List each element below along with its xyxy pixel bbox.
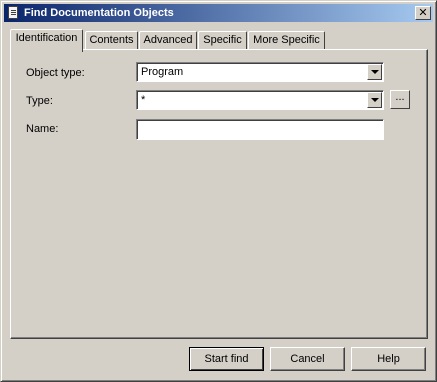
start-find-button[interactable]: Start find xyxy=(189,347,264,371)
object-type-value: Program xyxy=(141,66,184,78)
chevron-down-icon[interactable] xyxy=(367,64,382,80)
type-select[interactable]: * xyxy=(136,90,384,110)
object-type-label: Object type: xyxy=(26,67,85,79)
tab-identification[interactable]: Identification xyxy=(10,29,83,52)
object-type-select[interactable]: Program xyxy=(136,62,384,82)
tab-identification-label: Identification xyxy=(15,32,78,44)
tab-advanced[interactable]: Advanced xyxy=(139,31,197,50)
find-documentation-objects-dialog: Find Documentation Objects ✕ Identificat… xyxy=(0,0,437,382)
close-icon: ✕ xyxy=(418,6,428,19)
tab-contents-label: Contents xyxy=(89,34,134,46)
tab-advanced-label: Advanced xyxy=(143,34,193,46)
name-input[interactable] xyxy=(136,119,384,140)
cancel-button[interactable]: Cancel xyxy=(270,347,345,371)
identification-panel: Object type: Program Type: * ... Name: xyxy=(10,49,428,339)
tab-contents[interactable]: Contents xyxy=(85,31,138,50)
type-label: Type: xyxy=(26,95,53,107)
browse-label: ... xyxy=(395,91,405,103)
window-title: Find Documentation Objects xyxy=(24,7,174,19)
close-button[interactable]: ✕ xyxy=(415,6,431,20)
chevron-down-icon[interactable] xyxy=(367,92,382,108)
tab-specific-label: Specific xyxy=(203,34,242,46)
tab-more-specific-label: More Specific xyxy=(253,34,320,46)
start-find-label: Start find xyxy=(204,353,249,365)
tab-more-specific[interactable]: More Specific xyxy=(248,31,325,50)
help-button[interactable]: Help xyxy=(351,347,426,371)
type-value: * xyxy=(141,94,146,106)
tab-specific[interactable]: Specific xyxy=(198,31,247,50)
name-label: Name: xyxy=(26,123,59,135)
title-bar[interactable]: Find Documentation Objects ✕ xyxy=(4,4,433,22)
cancel-label: Cancel xyxy=(290,353,325,365)
help-label: Help xyxy=(377,353,400,365)
type-browse-button[interactable]: ... xyxy=(390,90,410,109)
document-icon xyxy=(8,6,18,19)
